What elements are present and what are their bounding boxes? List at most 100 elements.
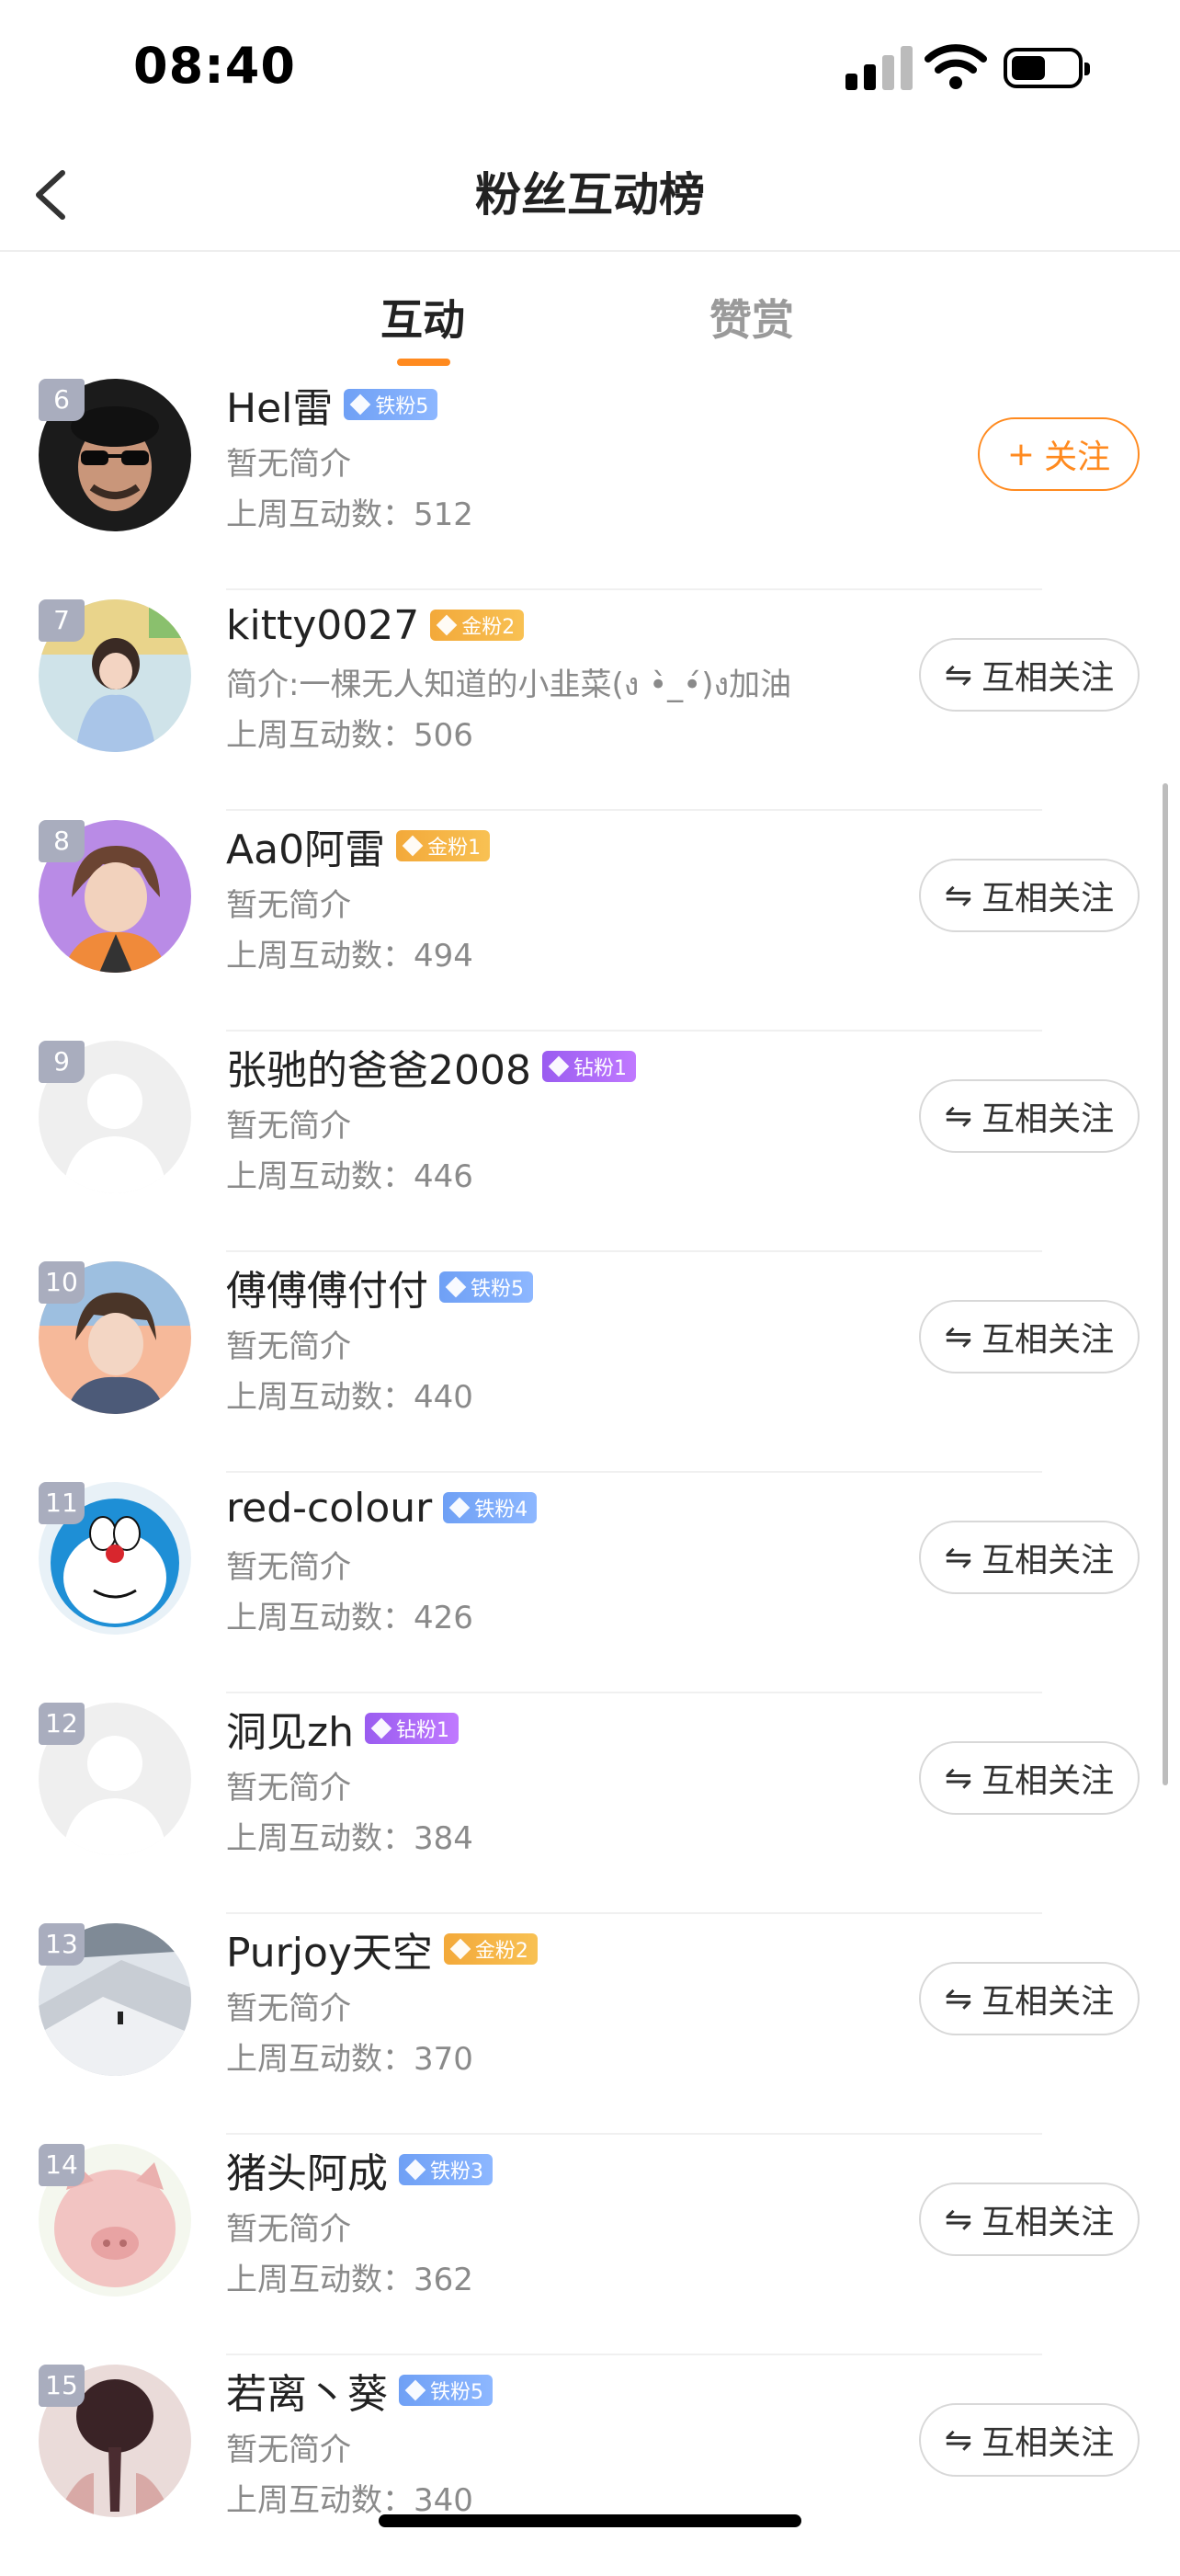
rank-badge: 7 — [39, 599, 85, 642]
user-name[interactable]: 傅傅傅付付 — [226, 1258, 428, 1316]
tab-interaction[interactable]: 互动 — [380, 287, 465, 348]
user-bio: 暂无简介 — [226, 1549, 351, 1586]
follow-button-label: 关注 — [1044, 439, 1111, 476]
crown-icon — [402, 835, 424, 857]
fan-level-badge: 铁粉3 — [399, 2154, 493, 2185]
interaction-count: 上周互动数：370 — [226, 2041, 473, 2078]
user-bio: 暂无简介 — [226, 1770, 351, 1807]
user-bio: 暂无简介 — [226, 1108, 351, 1145]
fan-level-badge: 钻粉1 — [364, 1713, 459, 1744]
diamond-icon — [404, 2159, 426, 2181]
tab-reward[interactable]: 赞赏 — [709, 287, 794, 348]
scrollbar[interactable] — [1163, 783, 1168, 1785]
interaction-count: 上周互动数：494 — [226, 938, 473, 975]
follow-button[interactable]: + 关注 — [978, 417, 1140, 491]
rank-badge: 6 — [39, 379, 85, 421]
fan-level-label: 铁粉3 — [430, 2160, 483, 2183]
diamond-icon — [370, 1717, 392, 1739]
follow-button-label: 互相关注 — [981, 880, 1115, 918]
user-name[interactable]: kitty0027 — [226, 602, 419, 649]
interaction-count: 上周互动数：384 — [226, 1820, 473, 1857]
list-item[interactable]: 9 张驰的爸爸2008 钻粉1 暂无简介 上周互动数：446 ⇋ 互相关注 — [0, 1032, 1180, 1252]
rank-badge: 14 — [39, 2144, 85, 2186]
list-item[interactable]: 13 Purjoy天空 金粉2 暂无简介 上周互动数：370 ⇋ 互相关注 — [0, 1914, 1180, 2135]
list-item[interactable]: 6 Hel雷 铁粉5 暂无简介 上周互动数：512 + 关注 — [0, 370, 1180, 590]
home-indicator[interactable] — [379, 2514, 801, 2527]
plus-icon: + — [1006, 435, 1036, 473]
diamond-icon — [448, 1497, 471, 1519]
rank-badge: 10 — [39, 1261, 85, 1304]
status-time: 08:40 — [133, 37, 296, 95]
follow-button-label: 互相关注 — [981, 2204, 1115, 2241]
user-bio: 暂无简介 — [226, 2211, 351, 2248]
fan-level-label: 钻粉1 — [573, 1057, 627, 1080]
swap-arrows-icon: ⇋ — [944, 2200, 973, 2239]
mutual-follow-button[interactable]: ⇋ 互相关注 — [919, 2183, 1140, 2256]
rank-badge: 12 — [39, 1703, 85, 1745]
rank-badge: 11 — [39, 1482, 85, 1524]
swap-arrows-icon: ⇋ — [944, 1538, 973, 1577]
crown-icon — [436, 614, 458, 636]
user-name[interactable]: 张驰的爸爸2008 — [226, 1037, 531, 1096]
follow-button-label: 互相关注 — [981, 1542, 1115, 1579]
fan-level-label: 金粉2 — [474, 1940, 528, 1963]
mutual-follow-button[interactable]: ⇋ 互相关注 — [919, 638, 1140, 712]
follow-button-label: 互相关注 — [981, 2424, 1115, 2462]
mutual-follow-button[interactable]: ⇋ 互相关注 — [919, 1079, 1140, 1153]
user-bio: 暂无简介 — [226, 1328, 351, 1365]
mutual-follow-button[interactable]: ⇋ 互相关注 — [919, 2403, 1140, 2477]
mutual-follow-button[interactable]: ⇋ 互相关注 — [919, 1300, 1140, 1373]
user-name[interactable]: red-colour — [226, 1485, 432, 1532]
mutual-follow-button[interactable]: ⇋ 互相关注 — [919, 1521, 1140, 1594]
swap-arrows-icon: ⇋ — [944, 655, 973, 694]
interaction-count: 上周互动数：440 — [226, 1379, 473, 1416]
fan-level-label: 铁粉4 — [474, 1499, 528, 1522]
fan-level-badge: 铁粉5 — [439, 1271, 533, 1303]
interaction-count: 上周互动数：446 — [226, 1158, 473, 1195]
nav-bar: 粉丝互动榜 — [0, 138, 1180, 252]
list-item[interactable]: 10 傅傅傅付付 铁粉5 暂无简介 上周互动数：440 ⇋ 互相关注 — [0, 1252, 1180, 1473]
user-name[interactable]: 洞见zh — [226, 1699, 354, 1758]
list-item[interactable]: 15 若离丶葵 铁粉5 暂无简介 上周互动数：340 ⇋ 互相关注 — [0, 2355, 1180, 2576]
fan-level-label: 金粉2 — [461, 616, 516, 639]
wifi-icon — [925, 44, 987, 89]
list-item[interactable]: 7 kitty0027 金粉2 简介:一棵无人知道的小韭菜(ง •̀_•́)ง加… — [0, 590, 1180, 811]
battery-icon — [1004, 48, 1090, 88]
diamond-icon — [548, 1055, 570, 1077]
rank-badge: 15 — [39, 2365, 85, 2407]
fan-level-badge: 铁粉5 — [344, 389, 438, 420]
rank-badge: 9 — [39, 1041, 85, 1083]
mutual-follow-button[interactable]: ⇋ 互相关注 — [919, 1741, 1140, 1815]
mutual-follow-button[interactable]: ⇋ 互相关注 — [919, 859, 1140, 932]
user-name[interactable]: 猪头阿成 — [226, 2140, 388, 2199]
user-bio: 暂无简介 — [226, 1990, 351, 2027]
user-name[interactable]: 若离丶葵 — [226, 2361, 388, 2420]
fan-level-badge: 金粉2 — [443, 1933, 538, 1965]
fan-level-label: 铁粉5 — [430, 2381, 483, 2404]
list-item[interactable]: 14 猪头阿成 铁粉3 暂无简介 上周互动数：362 ⇋ 互相关注 — [0, 2135, 1180, 2355]
user-name[interactable]: Aa0阿雷 — [226, 816, 385, 875]
list-item[interactable]: 8 Aa0阿雷 金粉1 暂无简介 上周互动数：494 ⇋ 互相关注 — [0, 811, 1180, 1032]
user-bio: 暂无简介 — [226, 2432, 351, 2468]
list-item[interactable]: 12 洞见zh 钻粉1 暂无简介 上周互动数：384 ⇋ 互相关注 — [0, 1693, 1180, 1914]
fan-level-label: 铁粉5 — [375, 395, 429, 418]
mutual-follow-button[interactable]: ⇋ 互相关注 — [919, 1962, 1140, 2035]
interaction-count: 上周互动数：340 — [226, 2482, 473, 2519]
fan-level-label: 钻粉1 — [395, 1719, 449, 1742]
user-bio: 暂无简介 — [226, 887, 351, 924]
diamond-icon — [404, 2379, 426, 2401]
tab-bar: 互动 赞赏 — [0, 250, 1180, 370]
rank-badge: 13 — [39, 1923, 85, 1966]
rank-badge: 8 — [39, 820, 85, 862]
fan-level-badge: 金粉1 — [396, 830, 491, 861]
swap-arrows-icon: ⇋ — [944, 1317, 973, 1356]
status-bar: 08:40 — [0, 0, 1180, 138]
follow-button-label: 互相关注 — [981, 1321, 1115, 1359]
user-name[interactable]: Hel雷 — [226, 375, 333, 434]
user-name[interactable]: Purjoy天空 — [226, 1920, 433, 1978]
list-item[interactable]: 11 red-colour 铁粉4 暂无简介 上周互动数：426 ⇋ 互相关注 — [0, 1473, 1180, 1693]
follow-button-label: 互相关注 — [981, 1983, 1115, 2021]
cellular-signal-icon — [845, 44, 913, 90]
interaction-count: 上周互动数：512 — [226, 496, 473, 533]
fan-level-badge: 铁粉4 — [443, 1492, 538, 1523]
